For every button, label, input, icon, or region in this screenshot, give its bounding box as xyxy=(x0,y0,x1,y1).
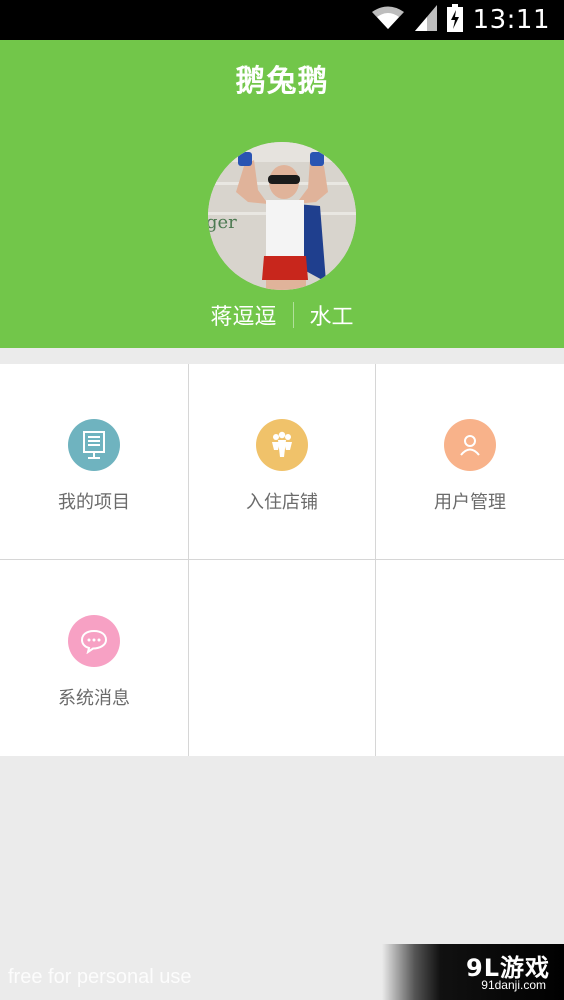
menu-item-label: 我的项目 xyxy=(58,492,130,513)
status-icons: 13:11 xyxy=(371,4,550,36)
battery-charging-icon xyxy=(446,4,463,36)
signal-icon xyxy=(414,5,437,35)
group-people-icon xyxy=(256,419,308,471)
menu-item-label: 入住店铺 xyxy=(246,492,318,513)
project-list-icon xyxy=(68,419,120,471)
app-title: 鹅兔鹅 xyxy=(235,64,329,99)
clock: 13:11 xyxy=(472,5,550,35)
menu-empty-cell xyxy=(376,560,564,756)
user-role: 水工 xyxy=(309,305,354,330)
menu-item-shops[interactable]: 入住店铺 xyxy=(189,364,375,559)
badge-url: 91danji.com xyxy=(481,978,546,992)
menu-item-label: 用户管理 xyxy=(434,492,506,513)
menu-item-system-messages[interactable]: 系统消息 xyxy=(0,560,188,756)
profile-header: 鹅兔鹅 ger 蒋逗逗 水工 xyxy=(0,40,564,348)
menu-empty-cell xyxy=(189,560,375,756)
menu-item-label: 系统消息 xyxy=(58,688,130,709)
user-icon xyxy=(444,419,496,471)
wifi-icon xyxy=(371,5,405,35)
watermark-text: free for personal use xyxy=(8,966,192,988)
svg-text:ger: ger xyxy=(208,212,237,233)
chat-bubble-icon xyxy=(68,615,120,667)
menu-item-my-projects[interactable]: 我的项目 xyxy=(0,364,188,559)
status-bar: 13:11 xyxy=(0,0,564,40)
avatar[interactable]: ger xyxy=(208,142,356,290)
user-name: 蒋逗逗 xyxy=(210,305,277,330)
user-info: 蒋逗逗 水工 xyxy=(0,298,564,332)
menu-item-user-management[interactable]: 用户管理 xyxy=(376,364,564,559)
site-badge: 9L游戏 91danji.com xyxy=(382,944,564,1000)
